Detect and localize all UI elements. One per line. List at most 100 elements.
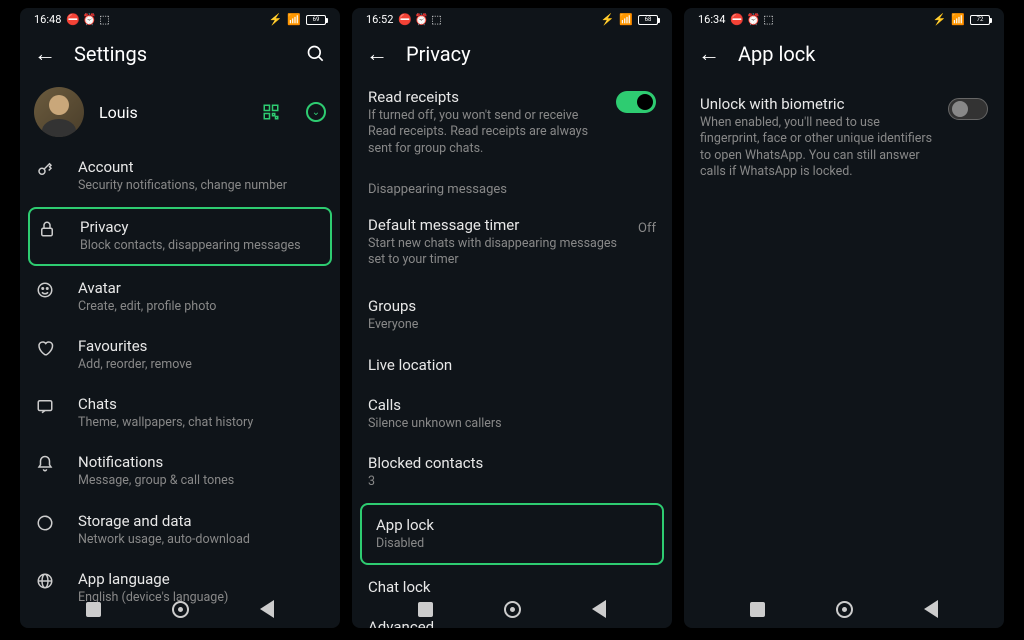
item-desc: Silence unknown callers (368, 416, 656, 432)
item-title: Blocked contacts (368, 454, 656, 472)
qr-icon[interactable] (262, 103, 280, 121)
lock-icon (38, 220, 58, 238)
item-title: App language (78, 570, 324, 588)
avatar (34, 87, 84, 137)
clock: 16:34 (698, 13, 725, 26)
nav-bar (20, 590, 340, 628)
biometric-toggle[interactable] (948, 98, 988, 120)
battery-icon: 69 (306, 15, 326, 25)
heart-icon (36, 339, 56, 357)
section-label: Disappearing messages (354, 168, 670, 205)
signal-icon: 📶 (951, 13, 965, 26)
page-title: Settings (74, 42, 288, 66)
back-button[interactable]: ← (34, 41, 56, 67)
bluetooth-icon: ⚡ (269, 13, 283, 26)
nav-home[interactable] (172, 601, 189, 618)
privacy-item-blocked[interactable]: Blocked contacts 3 (354, 443, 670, 501)
settings-item-account[interactable]: Account Security notifications, change nu… (22, 147, 338, 205)
privacy-screen: 16:52⛔ ⏰ ⬚ ⚡📶68 ← Privacy Read receiptsI… (352, 8, 672, 628)
privacy-item-calls[interactable]: Calls Silence unknown callers (354, 385, 670, 443)
clock: 16:52 (366, 13, 393, 26)
globe-icon (36, 572, 56, 590)
item-title: Calls (368, 396, 656, 414)
item-title: Default message timer (368, 216, 626, 234)
item-desc: Block contacts, disappearing messages (80, 238, 322, 254)
settings-item-chats[interactable]: Chats Theme, wallpapers, chat history (22, 384, 338, 442)
item-title: Live location (368, 356, 656, 374)
item-title: Favourites (78, 337, 324, 355)
item-title: Groups (368, 297, 656, 315)
bluetooth-icon: ⚡ (933, 13, 947, 26)
item-desc: Add, reorder, remove (78, 357, 324, 373)
app-lock-screen: 16:34 ⛔ ⏰ ⬚ ⚡ 📶 72 ← App lock Unlock with b… (684, 8, 1004, 628)
item-title: Read receipts (368, 88, 604, 106)
privacy-item-groups[interactable]: Groups Everyone (354, 279, 670, 344)
status-bar: 16:52⛔ ⏰ ⬚ ⚡📶68 (352, 8, 672, 31)
bluetooth-icon: ⚡ (601, 13, 615, 26)
item-title: Account (78, 158, 324, 176)
privacy-item-default-timer[interactable]: Default message timer Start new chats wit… (354, 205, 670, 280)
chat-icon (36, 397, 56, 415)
status-icons-left: ⛔ ⏰ ⬚ (398, 13, 441, 26)
nav-home[interactable] (836, 601, 853, 618)
item-desc: If turned off, you won't send or receive… (368, 108, 604, 157)
item-title: Notifications (78, 453, 324, 471)
nav-bar (352, 590, 672, 628)
settings-item-storage[interactable]: Storage and data Network usage, auto-down… (22, 501, 338, 559)
profile-name: Louis (99, 103, 244, 122)
page-title: App lock (738, 42, 990, 66)
search-icon[interactable] (306, 44, 326, 64)
back-button[interactable]: ← (698, 41, 720, 67)
item-desc: Message, group & call tones (78, 473, 324, 489)
item-value: Disabled (376, 536, 648, 552)
status-icons-left: ⛔ ⏰ ⬚ (66, 13, 109, 26)
status-icons-left: ⛔ ⏰ ⬚ (730, 13, 773, 26)
page-title: Privacy (406, 42, 658, 66)
app-lock-item-biometric[interactable]: Unlock with biometric When enabled, you'l… (686, 77, 1002, 191)
item-desc: Create, edit, profile photo (78, 299, 324, 315)
privacy-item-app-lock[interactable]: App lock Disabled (360, 503, 664, 565)
item-desc: Theme, wallpapers, chat history (78, 415, 324, 431)
item-desc: Network usage, auto-download (78, 532, 324, 548)
item-value: 3 (368, 474, 656, 490)
nav-home[interactable] (504, 601, 521, 618)
status-bar: 16:48 ⛔ ⏰ ⬚ ⚡ 📶 69 (20, 8, 340, 31)
privacy-item-live-location[interactable]: Live location (354, 345, 670, 385)
nav-back[interactable] (260, 600, 274, 618)
nav-back[interactable] (924, 600, 938, 618)
nav-recents[interactable] (418, 602, 433, 617)
item-desc: Security notifications, change number (78, 178, 324, 194)
settings-item-avatar[interactable]: Avatar Create, edit, profile photo (22, 268, 338, 326)
item-desc: When enabled, you'll need to use fingerp… (700, 115, 936, 180)
item-title: Chats (78, 395, 324, 413)
item-value: Everyone (368, 317, 656, 333)
settings-item-privacy[interactable]: Privacy Block contacts, disappearing mess… (28, 207, 332, 265)
item-title: Unlock with biometric (700, 95, 936, 113)
bell-icon (36, 455, 56, 473)
item-title: Avatar (78, 279, 324, 297)
settings-item-favourites[interactable]: Favourites Add, reorder, remove (22, 326, 338, 384)
battery-icon: 72 (970, 15, 990, 25)
signal-icon: 📶 (287, 13, 301, 26)
item-title: Privacy (80, 218, 322, 236)
read-receipts-toggle[interactable] (616, 91, 656, 113)
nav-bar (684, 590, 1004, 628)
key-icon (36, 160, 56, 178)
item-title: App lock (376, 516, 648, 534)
settings-item-notifications[interactable]: Notifications Message, group & call tones (22, 442, 338, 500)
item-desc: Start new chats with disappearing messag… (368, 236, 626, 269)
nav-back[interactable] (592, 600, 606, 618)
item-value: Off (638, 221, 656, 236)
profile-row[interactable]: Louis ⌄ (20, 77, 340, 147)
battery-icon: 68 (638, 15, 658, 25)
privacy-item-read-receipts[interactable]: Read receipts If turned off, you won't se… (354, 77, 670, 168)
clock: 16:48 (34, 13, 61, 26)
back-button[interactable]: ← (366, 41, 388, 67)
storage-icon (36, 514, 56, 532)
nav-recents[interactable] (750, 602, 765, 617)
nav-recents[interactable] (86, 602, 101, 617)
face-icon (36, 281, 56, 299)
chevron-down-icon[interactable]: ⌄ (306, 102, 326, 122)
status-bar: 16:34 ⛔ ⏰ ⬚ ⚡ 📶 72 (684, 8, 1004, 31)
item-title: Storage and data (78, 512, 324, 530)
